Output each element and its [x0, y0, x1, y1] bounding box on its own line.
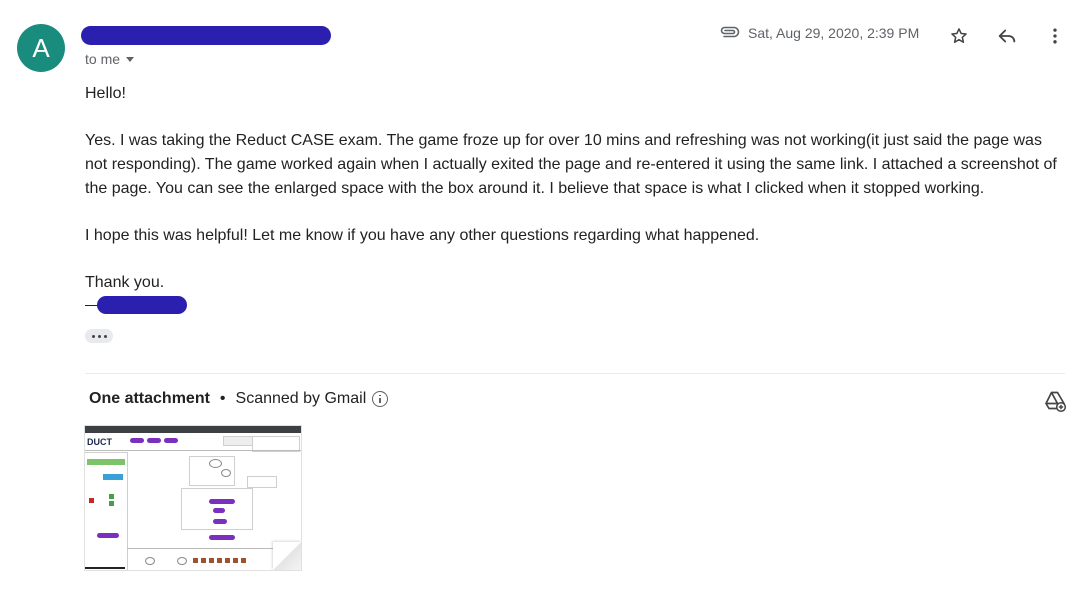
- more-vert-icon: [1053, 28, 1057, 44]
- info-icon[interactable]: [372, 391, 389, 407]
- attachment-thumbnail[interactable]: DUCT: [84, 425, 302, 571]
- attachment-count: One attachment: [89, 390, 210, 407]
- separator: •: [219, 390, 226, 407]
- drive-add-icon: [1045, 391, 1067, 413]
- recipient-label: to me: [85, 51, 121, 67]
- body-paragraph: Yes. I was taking the Reduct CASE exam. …: [85, 132, 1057, 197]
- closing: Thank you.: [85, 274, 165, 291]
- body-paragraph: I hope this was helpful! Let me know if …: [85, 227, 760, 244]
- star-button[interactable]: [947, 24, 971, 48]
- message-date: Sat, Aug 29, 2020, 2:39 PM: [748, 24, 920, 41]
- reply-button[interactable]: [995, 24, 1019, 48]
- star-icon: [951, 28, 967, 43]
- sender-avatar[interactable]: A: [17, 24, 65, 72]
- recipient-details-toggle[interactable]: to me: [85, 51, 135, 67]
- signature-redaction: [97, 296, 187, 314]
- message-meta: Sat, Aug 29, 2020, 2:39 PM: [718, 24, 919, 41]
- show-trimmed-content-button[interactable]: [85, 329, 113, 343]
- add-to-drive-button[interactable]: [1043, 389, 1067, 413]
- attachment-divider: [85, 373, 1065, 374]
- attachment-header: One attachment • Scanned by Gmail: [89, 390, 389, 408]
- redacted-sender-name: [81, 26, 331, 45]
- paperclip-icon: [718, 24, 740, 41]
- thumbnail-logo: DUCT: [87, 437, 112, 447]
- caret-down-icon: [126, 57, 135, 62]
- greeting: Hello!: [85, 85, 126, 102]
- scan-status: Scanned by Gmail: [235, 390, 367, 407]
- more-options-button[interactable]: [1043, 24, 1067, 48]
- message-body: Hello! Yes. I was taking the Reduct CASE…: [85, 82, 1060, 318]
- page-fold: [273, 542, 301, 570]
- reply-icon: [998, 29, 1016, 43]
- redacted-signature: [85, 296, 187, 314]
